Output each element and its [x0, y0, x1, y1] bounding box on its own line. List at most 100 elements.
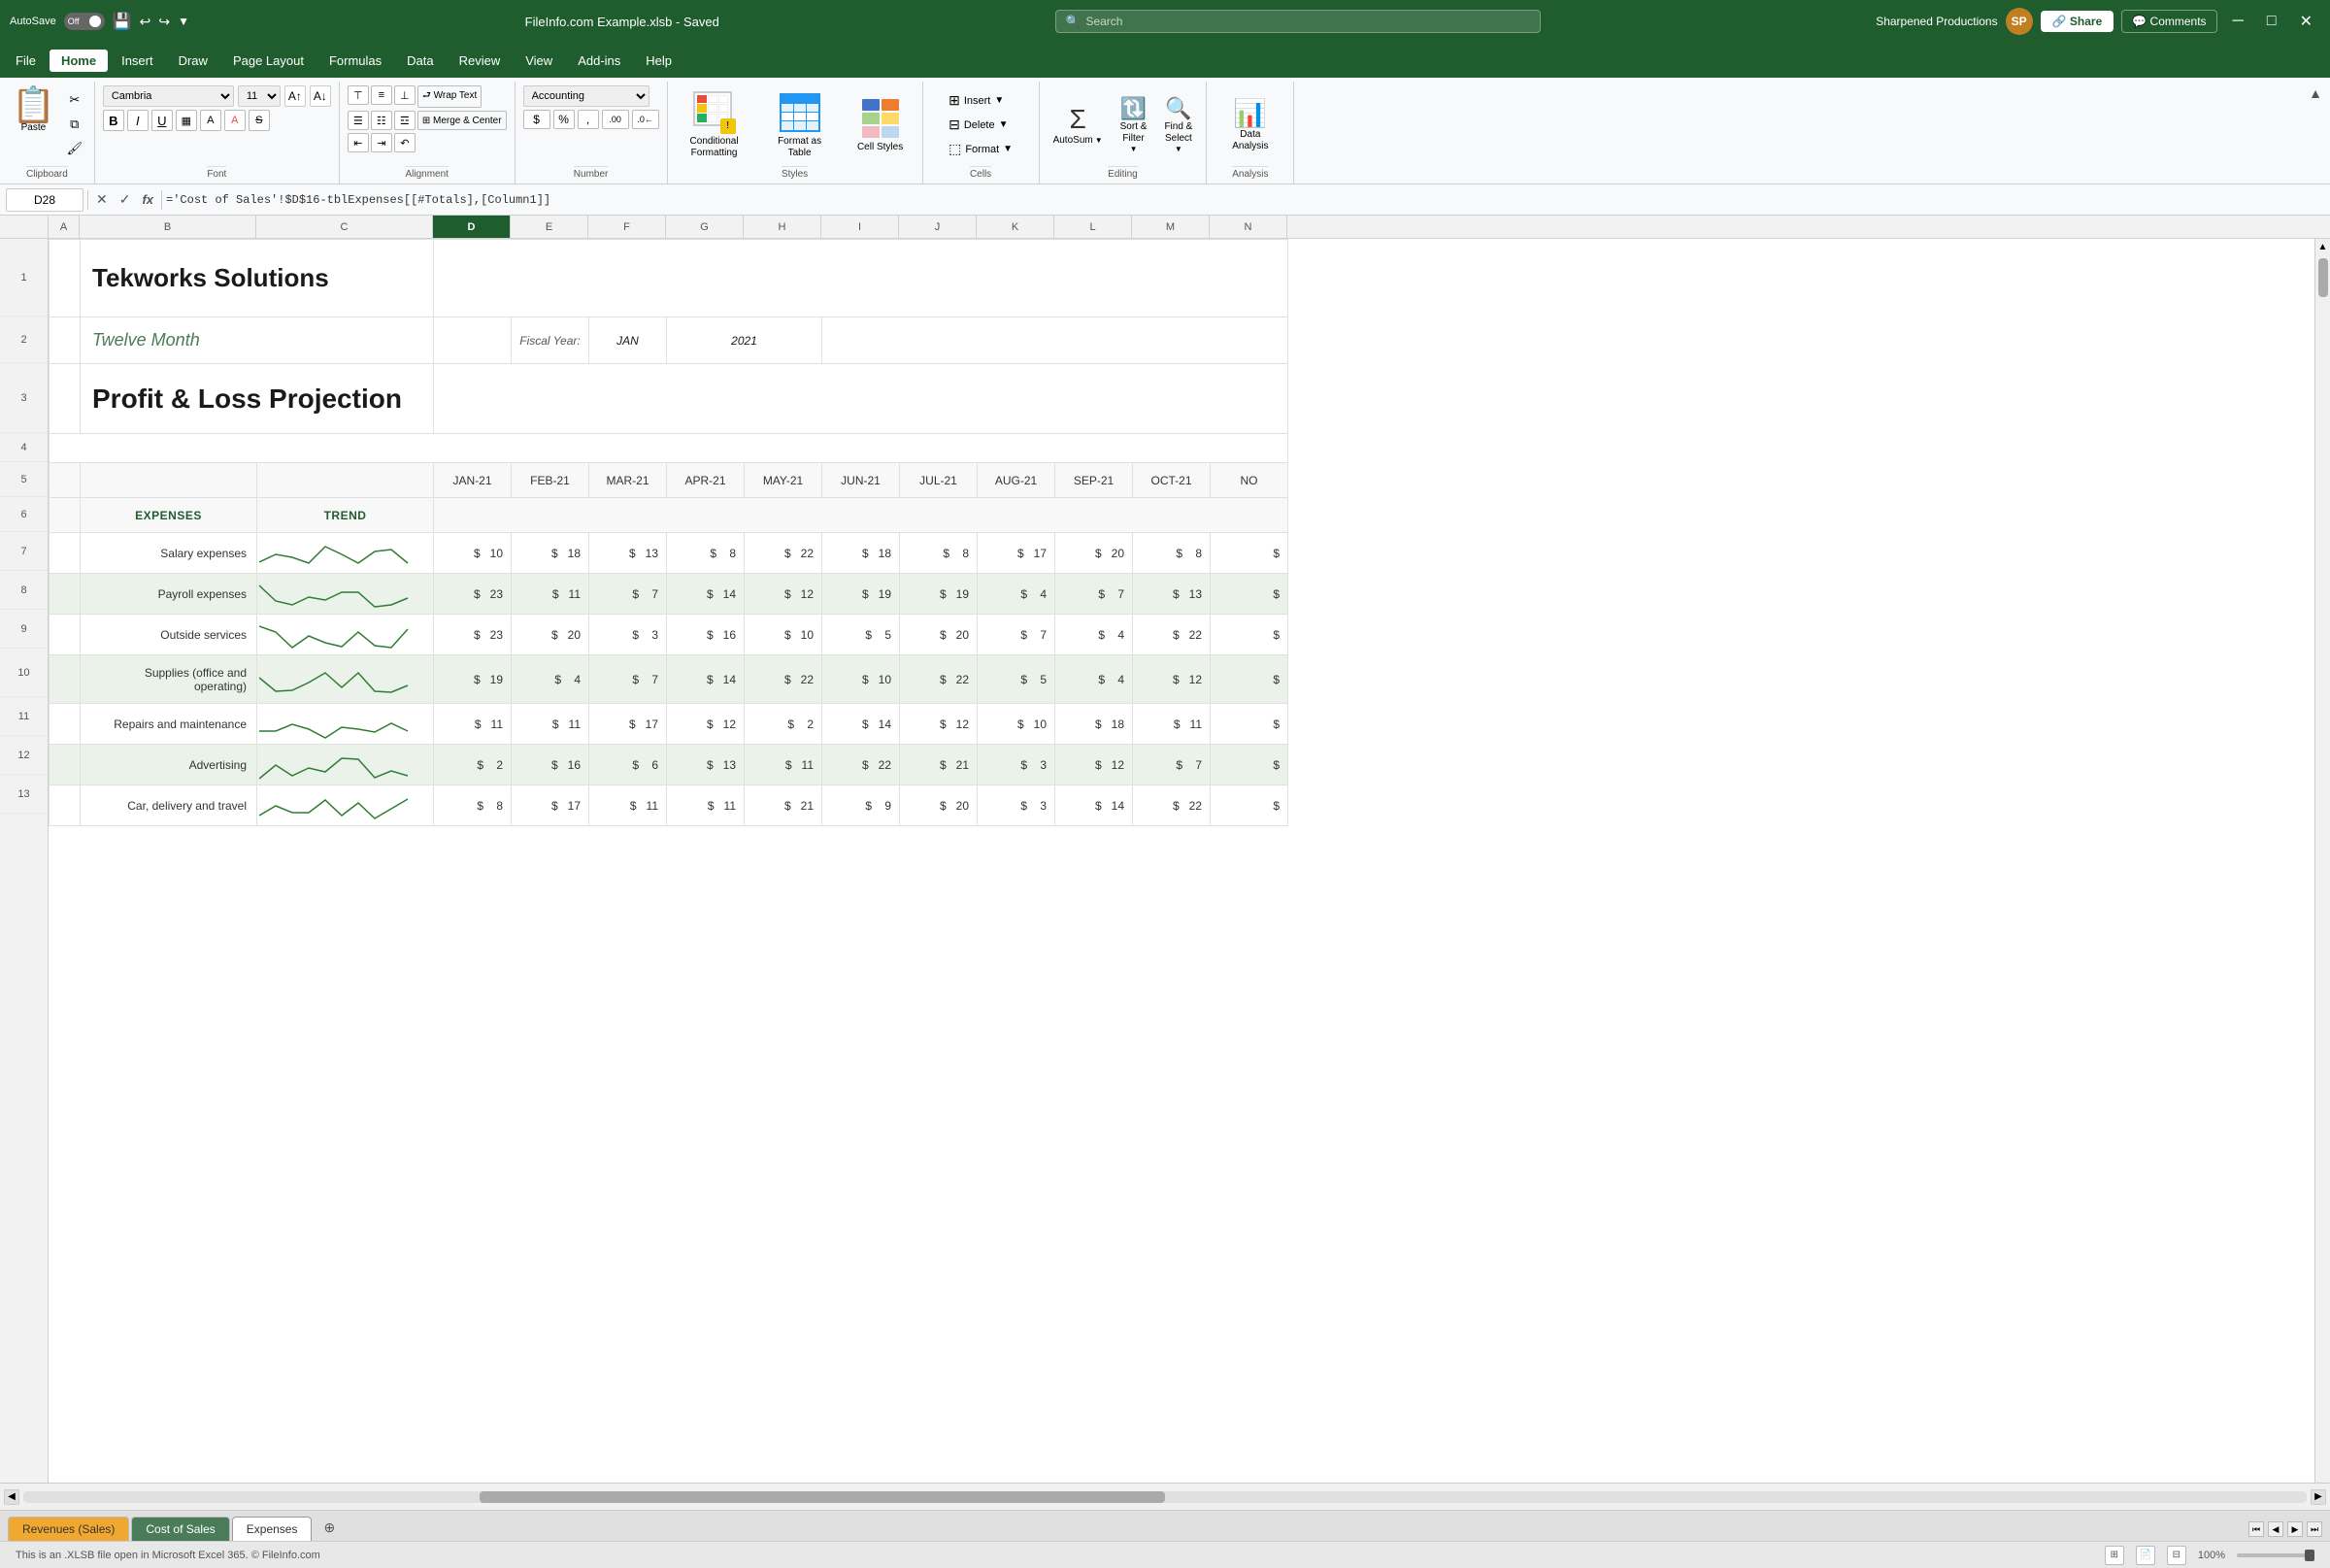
cell-c11[interactable]: [257, 704, 434, 745]
cell-e9[interactable]: $ 20: [512, 615, 589, 655]
italic-button[interactable]: I: [127, 110, 149, 131]
cell-n12[interactable]: $: [1211, 745, 1288, 785]
search-input[interactable]: [1085, 15, 1529, 28]
cell-f5[interactable]: MAR-21: [589, 463, 667, 498]
cell-d1[interactable]: [434, 240, 1288, 317]
normal-view-button[interactable]: ⊞: [2105, 1546, 2124, 1565]
indent-increase-button[interactable]: ⇥: [371, 133, 392, 152]
fill-color-button[interactable]: A: [200, 110, 221, 131]
col-header-a[interactable]: A: [49, 216, 80, 238]
data-analysis-button[interactable]: 📊 DataAnalysis: [1226, 93, 1274, 156]
font-size-select[interactable]: 11: [238, 85, 281, 107]
col-header-f[interactable]: F: [588, 216, 666, 238]
row-num-10[interactable]: 10: [0, 649, 48, 697]
find-select-button[interactable]: 🔍 Find &Select ▼: [1158, 92, 1198, 157]
ribbon-collapse-button[interactable]: ▲: [2309, 85, 2322, 101]
cell-d12[interactable]: $ 2: [434, 745, 512, 785]
nav-last-button[interactable]: ⏭: [2307, 1521, 2322, 1537]
menu-insert[interactable]: Insert: [110, 50, 165, 72]
cell-i9[interactable]: $ 5: [822, 615, 900, 655]
decrease-font-button[interactable]: A↓: [310, 85, 331, 107]
increase-font-button[interactable]: A↑: [284, 85, 306, 107]
cell-e10[interactable]: $ 4: [512, 655, 589, 704]
cell-g8[interactable]: $ 14: [667, 574, 745, 615]
col-header-g[interactable]: G: [666, 216, 744, 238]
number-format-select[interactable]: Accounting General Number Currency: [523, 85, 649, 107]
cell-a9[interactable]: [50, 615, 81, 655]
cell-d10[interactable]: $ 19: [434, 655, 512, 704]
cell-k7[interactable]: $ 17: [978, 533, 1055, 574]
comments-button[interactable]: 💬 Comments: [2121, 10, 2216, 33]
cell-j11[interactable]: $ 12: [900, 704, 978, 745]
zoom-thumb[interactable]: [2305, 1550, 2314, 1561]
paste-button[interactable]: 📋 Paste: [8, 85, 59, 135]
cell-b5[interactable]: [81, 463, 257, 498]
cell-f11[interactable]: $ 17: [589, 704, 667, 745]
cell-g13[interactable]: $ 11: [667, 785, 745, 826]
menu-home[interactable]: Home: [50, 50, 108, 72]
cell-n8[interactable]: $: [1211, 574, 1288, 615]
tab-cost-of-sales[interactable]: Cost of Sales: [131, 1517, 229, 1541]
cell-j9[interactable]: $ 20: [900, 615, 978, 655]
cell-d9[interactable]: $ 23: [434, 615, 512, 655]
cell-l7[interactable]: $ 20: [1055, 533, 1133, 574]
dollar-sign-button[interactable]: $: [523, 110, 550, 129]
cell-d8[interactable]: $ 23: [434, 574, 512, 615]
cell-m8[interactable]: $ 13: [1133, 574, 1211, 615]
scroll-thumb[interactable]: [2318, 258, 2328, 297]
cell-d3[interactable]: [434, 364, 1288, 434]
align-bottom-button[interactable]: ⊥: [394, 85, 416, 105]
cell-n5[interactable]: NO: [1211, 463, 1288, 498]
cell-f8[interactable]: $ 7: [589, 574, 667, 615]
cell-e7[interactable]: $ 18: [512, 533, 589, 574]
format-painter-button[interactable]: 🖌: [63, 138, 86, 159]
menu-file[interactable]: File: [4, 50, 48, 72]
cell-d2[interactable]: [434, 317, 512, 364]
cell-h8[interactable]: $ 12: [745, 574, 822, 615]
cell-l10[interactable]: $ 4: [1055, 655, 1133, 704]
align-right-button[interactable]: ☲: [394, 111, 416, 130]
col-header-i[interactable]: I: [821, 216, 899, 238]
minimize-button[interactable]: ─: [2225, 11, 2251, 32]
cell-a13[interactable]: [50, 785, 81, 826]
cut-button[interactable]: ✂: [63, 89, 86, 111]
row-num-13[interactable]: 13: [0, 775, 48, 814]
cell-h5[interactable]: MAY-21: [745, 463, 822, 498]
cell-d7[interactable]: $ 10: [434, 533, 512, 574]
row-num-2[interactable]: 2: [0, 317, 48, 363]
cancel-formula-icon[interactable]: ✕: [92, 189, 112, 210]
col-header-h[interactable]: H: [744, 216, 821, 238]
align-top-button[interactable]: ⊤: [348, 85, 369, 105]
cell-a4[interactable]: [50, 434, 1288, 463]
cell-e8[interactable]: $ 11: [512, 574, 589, 615]
cell-k11[interactable]: $ 10: [978, 704, 1055, 745]
cell-b3[interactable]: Profit & Loss Projection: [81, 364, 434, 434]
row-num-8[interactable]: 8: [0, 571, 48, 610]
merge-center-button[interactable]: ⊞ Merge & Center: [417, 111, 507, 130]
cell-k8[interactable]: $ 4: [978, 574, 1055, 615]
menu-help[interactable]: Help: [634, 50, 683, 72]
scroll-left-arrow[interactable]: ◀: [4, 1489, 19, 1505]
tab-revenues[interactable]: Revenues (Sales): [8, 1517, 129, 1541]
cell-n9[interactable]: $: [1211, 615, 1288, 655]
zoom-slider[interactable]: [2237, 1553, 2314, 1557]
cell-c10[interactable]: [257, 655, 434, 704]
cell-b6[interactable]: EXPENSES: [81, 498, 257, 533]
row-num-5[interactable]: 5: [0, 462, 48, 497]
cell-c9[interactable]: [257, 615, 434, 655]
cell-c5[interactable]: [257, 463, 434, 498]
align-middle-button[interactable]: ≡: [371, 85, 392, 105]
cell-a11[interactable]: [50, 704, 81, 745]
sort-filter-button[interactable]: 🔃 Sort &Filter ▼: [1115, 92, 1153, 157]
conditional-formatting-button[interactable]: ! ConditionalFormatting: [676, 87, 753, 163]
quick-access-more[interactable]: ▼: [178, 15, 189, 28]
cell-a2[interactable]: [50, 317, 81, 364]
cell-j13[interactable]: $ 20: [900, 785, 978, 826]
cell-m5[interactable]: OCT-21: [1133, 463, 1211, 498]
delete-button[interactable]: ⊟ Delete▼: [943, 115, 1018, 135]
cell-f12[interactable]: $ 6: [589, 745, 667, 785]
cell-n13[interactable]: $: [1211, 785, 1288, 826]
cell-b12[interactable]: Advertising: [81, 745, 257, 785]
decrease-decimal-button[interactable]: .0←: [632, 110, 659, 129]
cell-g5[interactable]: APR-21: [667, 463, 745, 498]
